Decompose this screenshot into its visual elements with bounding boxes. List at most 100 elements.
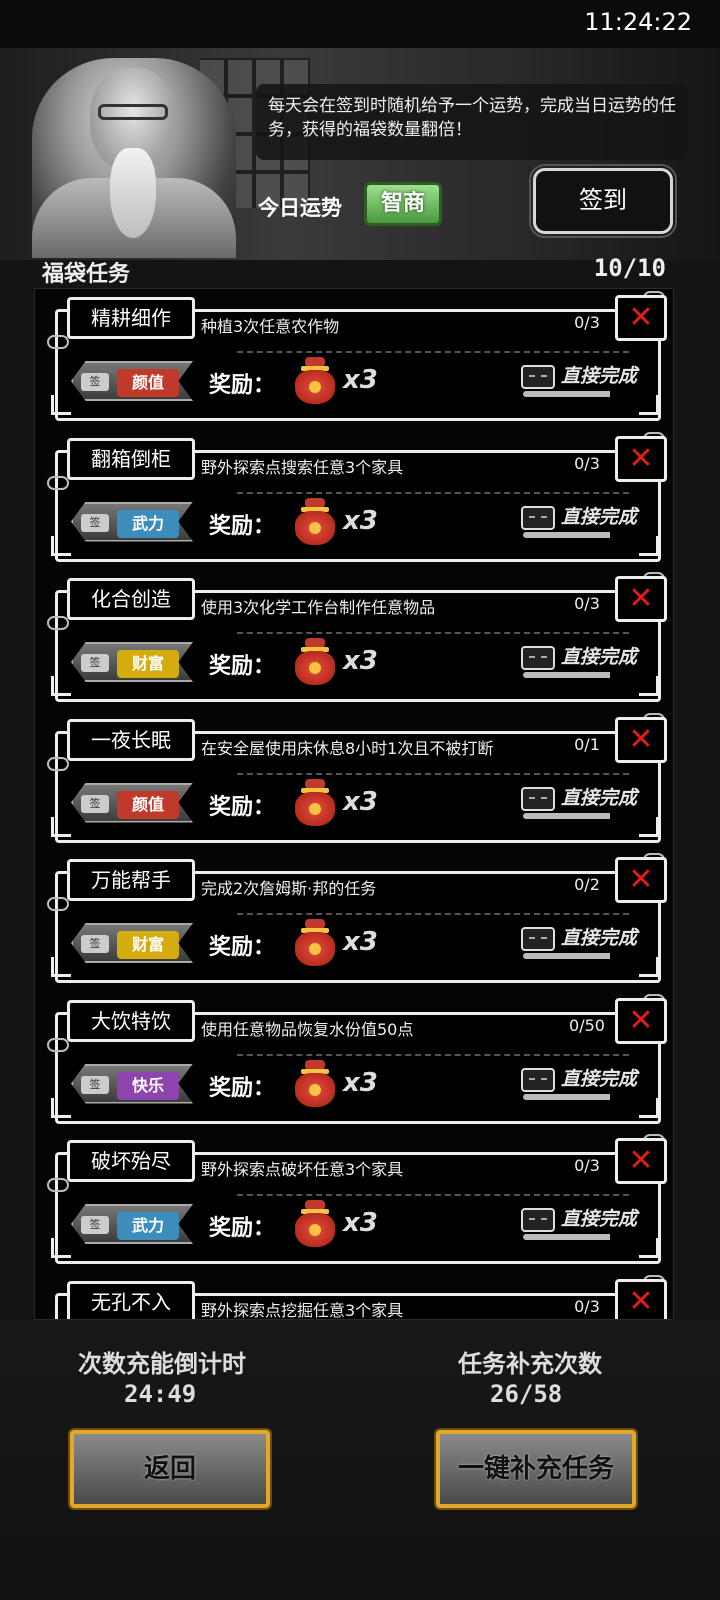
refill-all-button[interactable]: 一键补充任务 — [434, 1428, 638, 1510]
attribute-tag: 签 财富 — [71, 642, 193, 682]
attribute-tag: 签 颜值 — [71, 361, 193, 401]
attribute-tag: 签 武力 — [71, 501, 193, 542]
reward-quantity: x3 — [343, 1067, 378, 1098]
task-description: 使用任意物品恢复水份值50点 — [201, 1019, 414, 1039]
instant-complete-label: 直接完成 — [561, 365, 638, 387]
refill-count-label: 任务补充次数 — [458, 1350, 602, 1378]
task-description: 野外探索点破坏任意3个家具 — [201, 1160, 404, 1179]
progress-arrows — [523, 1093, 647, 1100]
close-icon: ✕ — [628, 581, 654, 616]
progress-arrows — [523, 1234, 647, 1240]
task-divider — [237, 632, 629, 634]
instant-complete-label: 直接完成 — [561, 1067, 638, 1090]
task-description: 种植3次任意农作物 — [201, 317, 340, 336]
back-button[interactable]: 返回 — [68, 1428, 272, 1510]
footer: 次数充能倒计时 24:49 任务补充次数 26/58 返回 一键补充任务 — [0, 1320, 720, 1600]
instant-complete-button[interactable]: 直接完成 — [521, 359, 655, 403]
cancel-task-button[interactable]: ✕ — [615, 997, 667, 1044]
sign-label: 签 — [81, 794, 109, 813]
lucky-bag-icon — [293, 497, 337, 546]
sign-label: 签 — [81, 1075, 109, 1094]
progress-arrows — [523, 953, 647, 959]
task-card: 精耕细作 种植3次任意农作物 0/3 ✕ 签 颜值 奖励： x3 直接完成 — [47, 291, 667, 423]
reward-quantity: x3 — [343, 927, 378, 957]
task-progress: 0/3 — [574, 1296, 600, 1316]
reward-quantity: x3 — [343, 646, 378, 676]
section-title: 福袋任务 — [42, 262, 131, 287]
close-icon: ✕ — [628, 300, 654, 335]
checkin-button[interactable]: 签到 — [529, 164, 677, 238]
sign-label: 签 — [81, 1216, 109, 1234]
task-name: 万能帮手 — [67, 859, 195, 901]
task-description: 完成2次詹姆斯·邦的任务 — [201, 879, 377, 898]
cancel-task-button[interactable]: ✕ — [615, 1278, 667, 1319]
task-progress: 0/1 — [574, 734, 600, 754]
reward-quantity: x3 — [343, 786, 378, 817]
reward-label: 奖励： — [209, 1075, 276, 1101]
corner-ornament — [51, 676, 71, 696]
ticket-icon — [521, 505, 555, 530]
cancel-task-button[interactable]: ✕ — [615, 716, 667, 763]
instant-complete-button[interactable]: 直接完成 — [521, 1062, 655, 1106]
instant-complete-button[interactable]: 直接完成 — [521, 781, 655, 825]
task-name: 精耕细作 — [67, 297, 195, 339]
instant-complete-button[interactable]: 直接完成 — [521, 921, 655, 965]
instant-complete-label: 直接完成 — [561, 927, 638, 949]
cancel-task-button[interactable]: ✕ — [615, 857, 667, 903]
sign-label: 签 — [81, 654, 109, 672]
task-name: 一夜长眠 — [67, 718, 195, 761]
instant-complete-button[interactable]: 直接完成 — [521, 640, 655, 684]
reward-label: 奖励： — [209, 513, 276, 539]
lucky-bag-icon — [293, 1059, 337, 1108]
task-card: 一夜长眠 在安全屋使用床休息8小时1次且不被打断 0/1 ✕ 签 颜值 奖励： … — [47, 712, 667, 845]
ticket-icon — [521, 1208, 555, 1232]
lucky-bag-icon — [293, 1200, 337, 1248]
recharge-timer-label: 次数充能倒计时 — [78, 1350, 246, 1378]
task-progress: 0/3 — [574, 453, 600, 473]
lucky-bag-icon — [293, 357, 337, 405]
task-divider — [237, 351, 629, 353]
progress-arrows — [523, 672, 647, 678]
sign-label: 签 — [81, 513, 109, 532]
corner-ornament — [51, 1097, 71, 1118]
cancel-task-button[interactable]: ✕ — [615, 1138, 667, 1184]
npc-portrait — [32, 58, 236, 258]
attribute-label: 快乐 — [117, 1071, 179, 1100]
cancel-task-button[interactable]: ✕ — [615, 295, 667, 341]
task-name: 化合创造 — [67, 578, 195, 620]
close-icon: ✕ — [628, 440, 654, 476]
attribute-label: 颜值 — [117, 369, 179, 397]
task-card: 化合创造 使用3次化学工作台制作任意物品 0/3 ✕ 签 财富 奖励： x3 直… — [47, 572, 667, 704]
reward-label: 奖励： — [209, 1216, 276, 1241]
task-name: 大饮特饮 — [67, 999, 195, 1042]
lucky-bag-icon — [293, 919, 337, 967]
corner-ornament — [51, 395, 71, 415]
ticket-icon — [521, 1067, 555, 1092]
lucky-bag-icon — [293, 778, 337, 827]
ticket-icon — [521, 365, 555, 389]
instant-complete-button[interactable]: 直接完成 — [521, 500, 655, 544]
cancel-task-button[interactable]: ✕ — [615, 435, 667, 482]
task-count: 10/10 — [593, 254, 666, 282]
task-name: 翻箱倒柜 — [67, 437, 195, 480]
task-progress: 0/3 — [574, 313, 600, 332]
cancel-task-button[interactable]: ✕ — [615, 576, 667, 622]
instant-complete-label: 直接完成 — [561, 1208, 638, 1230]
task-list[interactable]: 精耕细作 种植3次任意农作物 0/3 ✕ 签 颜值 奖励： x3 直接完成 翻箱… — [34, 288, 674, 1320]
cloud-ornament — [47, 756, 69, 771]
reward-quantity: x3 — [343, 505, 378, 536]
fortune-badge: 智商 — [364, 182, 442, 226]
task-card: 大饮特饮 使用任意物品恢复水份值50点 0/50 ✕ 签 快乐 奖励： x3 直… — [47, 993, 667, 1126]
reward-quantity: x3 — [343, 365, 378, 395]
fortune-label: 今日运势 — [258, 196, 342, 220]
close-icon: ✕ — [628, 1002, 654, 1038]
task-card: 翻箱倒柜 野外探索点搜索任意3个家具 0/3 ✕ 签 武力 奖励： x3 直接完… — [47, 431, 667, 564]
instant-complete-label: 直接完成 — [561, 646, 638, 668]
reward-label: 奖励： — [209, 373, 276, 398]
instant-complete-button[interactable]: 直接完成 — [521, 1202, 655, 1246]
task-divider — [237, 1053, 629, 1056]
ticket-icon — [521, 786, 555, 811]
task-divider — [237, 491, 629, 494]
progress-arrows — [523, 812, 647, 819]
close-icon: ✕ — [628, 1143, 654, 1178]
